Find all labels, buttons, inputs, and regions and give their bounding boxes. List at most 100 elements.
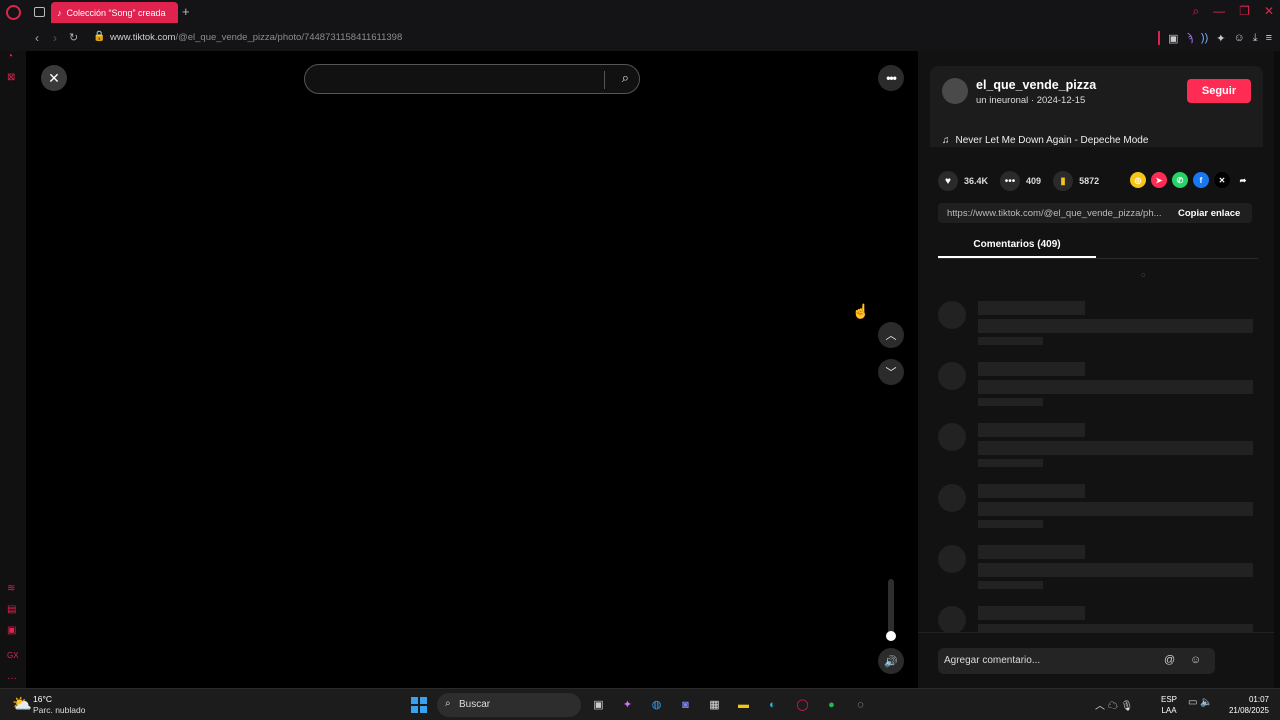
lock-icon[interactable]: 🔒 xyxy=(93,31,105,42)
sidebar-app-icon[interactable]: ⊠ xyxy=(7,72,15,83)
tab-strip: ♪ Colección “Song” creada + ⌕ — ❐ ✕ xyxy=(0,0,1280,25)
taskbar-search[interactable]: ⌕ Buscar xyxy=(437,693,581,717)
app-icon[interactable]: ◌ xyxy=(852,696,869,713)
music-link[interactable]: ♫ Never Let Me Down Again - Depeche Mode xyxy=(942,135,1148,146)
close-window-button[interactable]: ✕ xyxy=(1264,4,1274,19)
toolbar-separator xyxy=(1158,31,1161,45)
save-stat[interactable]: ▮ 5872 xyxy=(1053,171,1099,191)
taskbar-search-label: Buscar xyxy=(459,699,491,710)
copy-link-button[interactable]: Copiar enlace xyxy=(1178,208,1240,219)
weather-temperature[interactable]: 16°C xyxy=(33,694,52,704)
comment-icon[interactable]: ••• xyxy=(1000,171,1021,191)
next-button[interactable]: ﹀ xyxy=(878,359,904,385)
volume-thumb[interactable] xyxy=(886,631,896,641)
tab-overview-icon[interactable] xyxy=(34,7,45,17)
volume-icon[interactable]: 🔊 xyxy=(878,648,904,674)
tiktok-icon: ♪ xyxy=(57,7,62,18)
sidebar-app-icon[interactable]: ▣ xyxy=(7,625,16,636)
new-tab-button[interactable]: + xyxy=(182,4,190,19)
clock-time: 01:07 xyxy=(1248,695,1269,704)
copilot-icon[interactable]: ✦ xyxy=(619,696,636,713)
menu-icon[interactable]: ≡ xyxy=(1266,32,1272,44)
close-viewer-button[interactable]: ✕ xyxy=(41,65,67,91)
task-view-icon[interactable]: ▣ xyxy=(590,696,607,713)
clock-date: 21/08/2025 xyxy=(1228,706,1269,715)
whatsapp-share-icon[interactable]: ✆ xyxy=(1172,172,1188,188)
start-button[interactable] xyxy=(411,697,427,713)
weather-description[interactable]: Parc. nublado xyxy=(33,705,85,715)
volume-slider[interactable] xyxy=(888,579,894,639)
back-icon[interactable]: ‹ xyxy=(35,31,39,45)
tab-title: Colección “Song” creada xyxy=(66,7,166,18)
reload-icon[interactable]: ↻ xyxy=(69,31,78,44)
username[interactable]: el_que_vende_pizza xyxy=(976,78,1096,92)
more-options-button[interactable]: ••• xyxy=(878,65,904,91)
file-explorer-icon[interactable]: ▬ xyxy=(735,696,752,713)
tray-icons[interactable]: ︿ ☁ 🎙 xyxy=(1095,697,1133,712)
download-icon[interactable]: ⤓ xyxy=(1253,32,1258,45)
x-share-icon[interactable]: ✕ xyxy=(1214,172,1230,188)
extension-icon[interactable]: ▣ xyxy=(1168,32,1178,45)
embed-share-icon[interactable]: ◎ xyxy=(1130,172,1146,188)
comment-input[interactable]: Agregar comentario... @ ☺ xyxy=(938,648,1215,674)
emoji-icon[interactable]: ☺ xyxy=(1190,654,1201,666)
extension-icon[interactable]: )) xyxy=(1201,32,1208,44)
send-share-icon[interactable]: ➤ xyxy=(1151,172,1167,188)
tab-divider xyxy=(938,258,1258,259)
edge-icon[interactable]: ◐ xyxy=(764,696,781,713)
wifi-icon[interactable]: ≋ xyxy=(7,583,15,594)
url-host: www.tiktok.com xyxy=(110,32,176,43)
bookmark-icon[interactable]: ▮ xyxy=(1053,171,1074,191)
sidebar-app-icon[interactable]: ▤ xyxy=(7,604,16,615)
search-tabs-icon[interactable]: ⌕ xyxy=(1192,4,1199,19)
panel-scrollbar[interactable] xyxy=(1274,51,1280,688)
comment-skeleton xyxy=(938,423,1258,473)
profile-icon[interactable]: ☺ xyxy=(1233,32,1244,44)
taskbar: ⛅ 16°C Parc. nublado ⌕ Buscar ▣ ✦ ◍ ◙ ▦ … xyxy=(0,688,1280,720)
weather-icon[interactable]: ⛅ xyxy=(12,694,32,714)
comment-skeleton xyxy=(938,545,1258,595)
comment-stat[interactable]: ••• 409 xyxy=(1000,171,1041,191)
comment-skeleton xyxy=(938,606,1258,632)
share-link-field[interactable]: https://www.tiktok.com/@el_que_vende_piz… xyxy=(938,203,1252,223)
aria-icon[interactable]: ◔ xyxy=(7,51,13,62)
previous-button[interactable]: ︿ xyxy=(878,322,904,348)
more-icon[interactable]: … xyxy=(7,671,17,682)
like-stat[interactable]: ♥ 36.4K xyxy=(938,171,988,191)
minimize-button[interactable]: — xyxy=(1213,4,1225,19)
opera-gx-icon[interactable]: ◯ xyxy=(794,696,811,713)
store-icon[interactable]: ▦ xyxy=(706,696,723,713)
follow-button[interactable]: Seguir xyxy=(1187,79,1251,103)
search-input[interactable]: ⌕ xyxy=(304,64,640,94)
tab-comments[interactable]: Comentarios (409) xyxy=(938,234,1096,258)
url-path: /@el_que_vende_pizza/photo/7448731158411… xyxy=(175,32,403,43)
comment-skeleton xyxy=(938,362,1258,412)
save-count: 5872 xyxy=(1079,176,1100,186)
avatar[interactable] xyxy=(942,78,968,104)
comment-count: 409 xyxy=(1026,176,1042,186)
network-volume-icons[interactable]: ▭ 🔈 xyxy=(1188,697,1213,708)
engagement-stats: ♥ 36.4K ••• 409 ▮ 5872 xyxy=(938,171,1111,191)
opera-logo-icon[interactable] xyxy=(6,5,21,20)
language-indicator[interactable]: ESP LAA xyxy=(1161,694,1177,716)
search-icon[interactable]: ⌕ xyxy=(622,70,629,86)
more-share-icon[interactable]: ➦ xyxy=(1235,172,1251,188)
post-meta: un ineuronal · 2024-12-15 xyxy=(976,95,1086,106)
active-tab[interactable]: ♪ Colección “Song” creada xyxy=(51,2,178,23)
comment-skeleton xyxy=(938,301,1258,351)
spotify-icon[interactable]: ● xyxy=(823,696,840,713)
maximize-button[interactable]: ❐ xyxy=(1239,4,1250,19)
heart-icon[interactable]: ♥ xyxy=(938,171,958,191)
extension-icon[interactable]: ϡ xyxy=(1187,32,1193,44)
search-icon: ⌕ xyxy=(445,698,451,709)
loading-icon: ◌ xyxy=(1141,272,1146,279)
extensions-puzzle-icon[interactable]: ✦ xyxy=(1216,32,1225,45)
system-clock[interactable]: 01:07 21/08/2025 xyxy=(1227,694,1269,716)
mention-icon[interactable]: @ xyxy=(1164,654,1175,666)
forward-icon[interactable]: › xyxy=(53,31,57,45)
gx-icon[interactable]: GX xyxy=(7,651,19,660)
url-field[interactable]: www.tiktok.com/@el_que_vende_pizza/photo… xyxy=(110,32,402,43)
facebook-share-icon[interactable]: f xyxy=(1193,172,1209,188)
app-icon[interactable]: ◍ xyxy=(648,696,665,713)
teams-icon[interactable]: ◙ xyxy=(677,696,694,713)
